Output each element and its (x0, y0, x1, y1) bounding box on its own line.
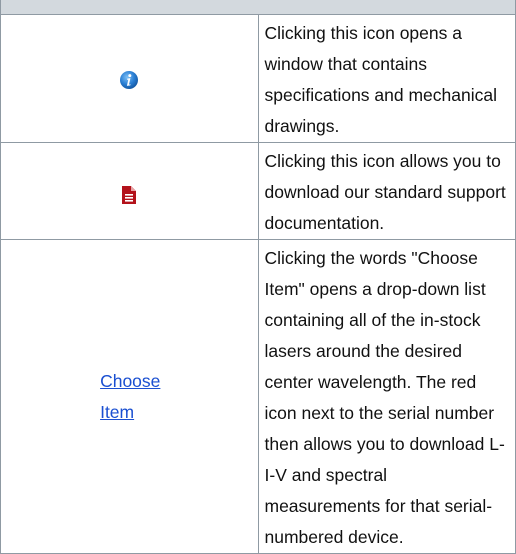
icon-cell (0, 142, 259, 240)
table-row: Choose Item Clicking the words "Choose It… (0, 239, 516, 554)
icon-legend-table: Clicking this icon opens a window that c… (0, 0, 516, 554)
document-icon[interactable] (122, 183, 137, 204)
table-row: Clicking this icon opens a window that c… (0, 14, 516, 143)
info-icon[interactable] (119, 69, 139, 90)
choose-item-link[interactable]: Choose Item (100, 366, 160, 428)
choose-item-link-line2[interactable]: Item (100, 402, 134, 422)
icon-cell (0, 14, 259, 143)
table-row: Clicking this icon allows you to downloa… (0, 142, 516, 240)
table-header-cell (0, 0, 516, 15)
description-cell: Clicking the words "Choose Item" opens a… (257, 239, 516, 554)
icon-cell: Choose Item (0, 239, 259, 554)
description-cell: Clicking this icon allows you to downloa… (257, 142, 516, 240)
description-cell: Clicking this icon opens a window that c… (257, 14, 516, 143)
choose-item-link-line1[interactable]: Choose (100, 371, 160, 391)
table-header-row (0, 0, 516, 15)
